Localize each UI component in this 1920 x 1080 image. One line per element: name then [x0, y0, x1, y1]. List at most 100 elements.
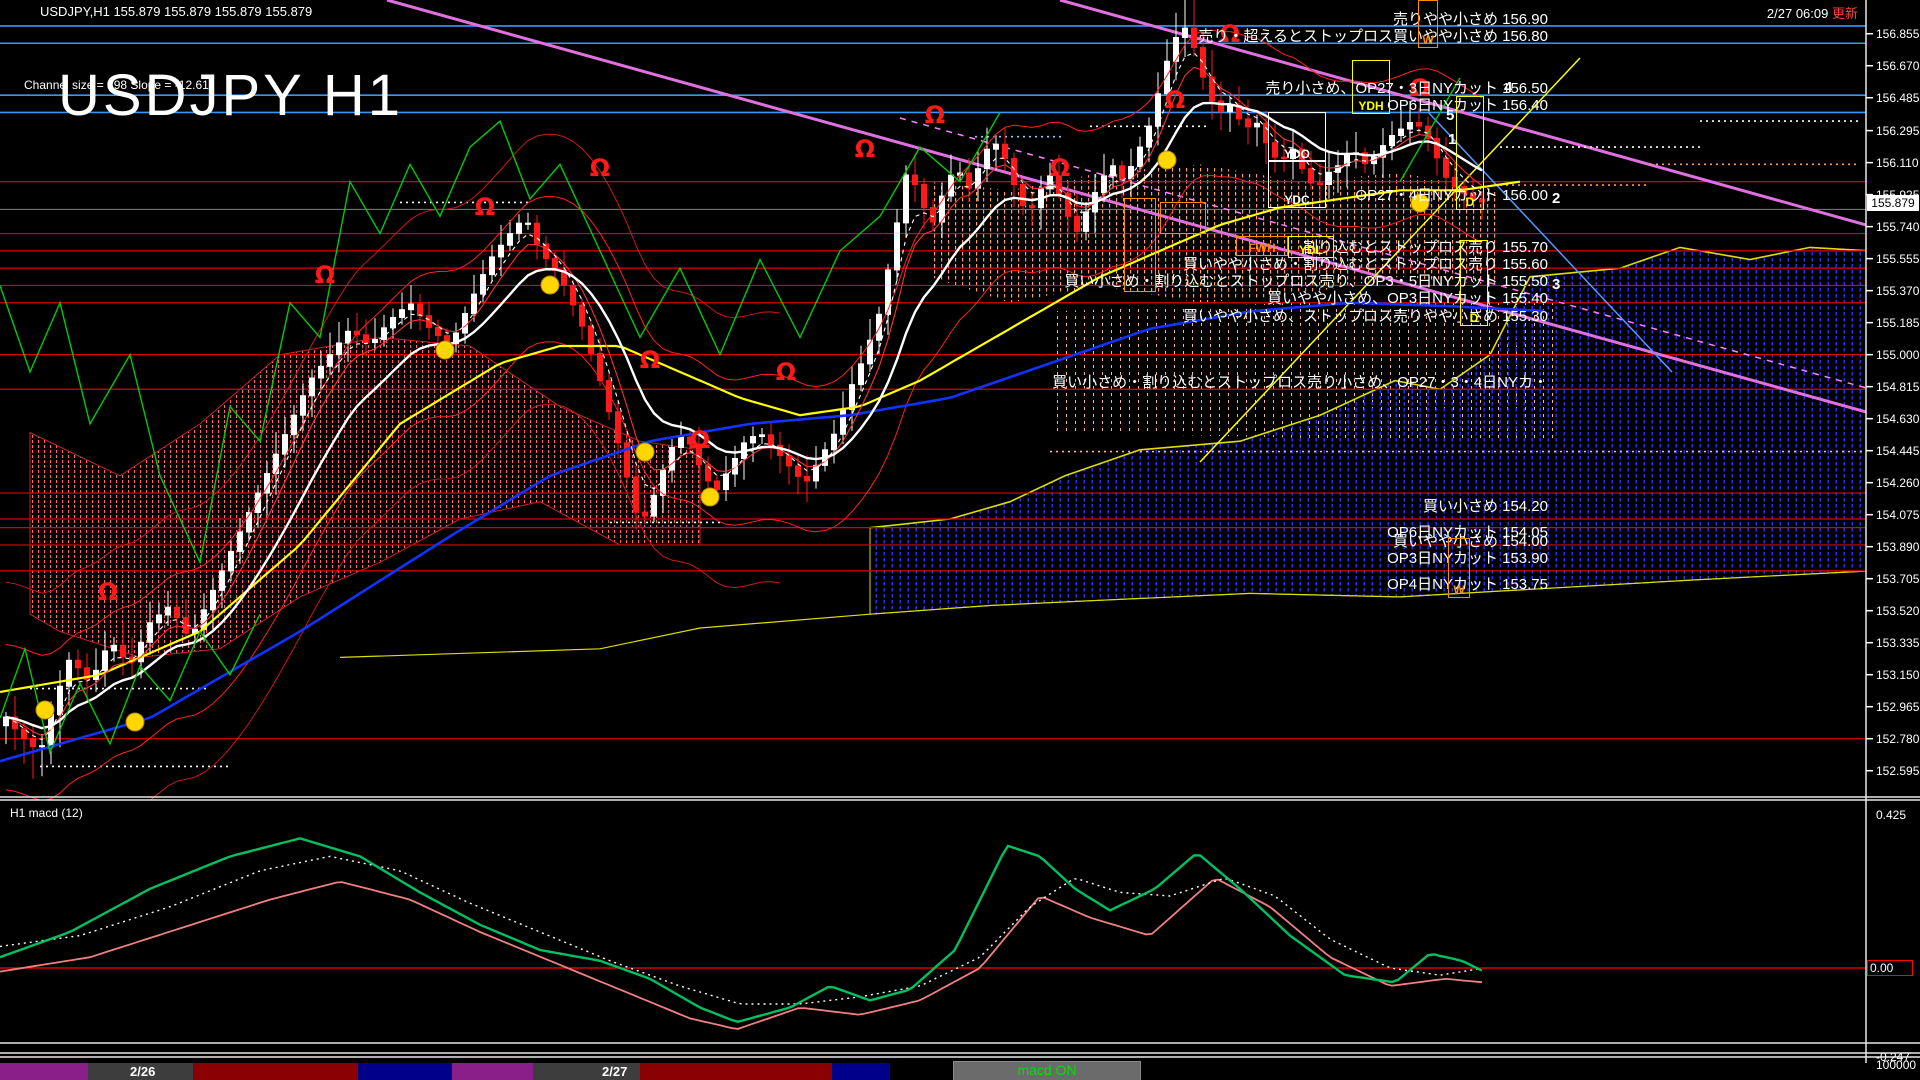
candle-down — [1218, 100, 1224, 113]
candle-up — [399, 309, 405, 318]
candle-down — [1029, 204, 1035, 209]
price-tick-label: 152.780 — [1876, 731, 1920, 746]
candle-up — [210, 589, 216, 611]
symbol-title: USDJPY,H1 155.879 155.879 155.879 155.87… — [40, 4, 313, 19]
edge-number: 5 — [1446, 106, 1455, 124]
price-tick-label: 155.000 — [1876, 347, 1920, 362]
edge-number: 1 — [1448, 131, 1457, 149]
level-box-d: D — [1456, 96, 1484, 210]
macd-zero-box: 0.00 — [1867, 960, 1913, 976]
price-tick-label: 152.595 — [1876, 763, 1920, 778]
candle-up — [1398, 128, 1404, 137]
candle-up — [282, 434, 288, 455]
price-tick-label: 156.670 — [1876, 58, 1920, 73]
candle-up — [111, 644, 117, 652]
candle-up — [390, 316, 396, 329]
candle-up — [39, 745, 45, 748]
price-tick-label: 153.705 — [1876, 571, 1920, 586]
macd-signal-dotted — [0, 855, 1483, 1005]
omega-marker-red: Ω — [1165, 86, 1185, 114]
price-tick-label: 154.260 — [1876, 475, 1920, 490]
candle-up — [1182, 27, 1188, 38]
volume-scale: 100000 — [1876, 1058, 1917, 1072]
candle-down — [1119, 165, 1125, 180]
timeline-segment — [0, 1063, 88, 1080]
timeline-segment — [640, 1063, 832, 1080]
circle-marker-yellow — [35, 700, 55, 720]
candle-up — [1155, 93, 1161, 127]
timeline-segment — [452, 1063, 533, 1080]
candle-up — [480, 274, 486, 295]
price-tick-label: 154.445 — [1876, 443, 1920, 458]
price-tick-label: 154.075 — [1876, 507, 1920, 522]
price-tick-label: 156.485 — [1876, 90, 1920, 105]
price-tick-label: 156.295 — [1876, 123, 1920, 138]
level-box — [1124, 198, 1156, 292]
candle-down — [579, 304, 585, 327]
candle-up — [1146, 125, 1152, 148]
candle-down — [714, 480, 720, 491]
level-box-fwh: FWH — [1236, 236, 1288, 256]
candle-up — [1110, 165, 1116, 177]
price-tick-label: 156.110 — [1876, 155, 1919, 170]
edge-number: 2 — [1552, 189, 1561, 207]
macd-toggle-button[interactable]: macd ON — [953, 1061, 1141, 1080]
candle-up — [678, 436, 684, 448]
candle-up — [300, 395, 306, 416]
candle-up — [759, 434, 765, 438]
candle-up — [318, 365, 324, 379]
candle-up — [876, 313, 882, 341]
current-price-box: 155.879 — [1867, 194, 1919, 211]
candle-up — [57, 685, 63, 715]
omega-marker-red: Ω — [776, 358, 796, 386]
candle-up — [1326, 171, 1332, 186]
candle-up — [327, 354, 333, 367]
circle-marker-yellow — [700, 487, 720, 507]
candle-up — [516, 222, 522, 235]
omega-marker-red: Ω — [855, 135, 875, 163]
cloud-edge — [339, 613, 871, 658]
candle-up — [840, 408, 846, 435]
trading-chart-window: ΩΩΩΩΩΩΩΩΩΩΩΩΩ USDJPY,H1 155.879 155.879 … — [0, 0, 1920, 1080]
candle-down — [768, 434, 774, 446]
macd-panel-label: H1 macd (12) — [10, 806, 83, 820]
candle-up — [66, 659, 72, 687]
price-tick-label: 155.740 — [1876, 219, 1920, 234]
candle-up — [858, 363, 864, 386]
candle-down — [543, 243, 549, 260]
candle-up — [1407, 122, 1413, 130]
omega-marker-red: Ω — [925, 101, 945, 129]
level-annotation: 買い小さめ・割り込むとストップロス売り小さめ、OP27・3・4日NYカ・ — [1052, 374, 1548, 392]
level-box — [1160, 202, 1206, 234]
candle-down — [570, 284, 576, 306]
date-label: 2/26 — [130, 1064, 156, 1079]
candle-down — [1191, 27, 1197, 49]
candle-up — [498, 244, 504, 258]
timeline-segment — [193, 1063, 358, 1080]
omega-marker-red: Ω — [98, 578, 118, 606]
candle-down — [615, 411, 621, 444]
price-tick-label: 154.815 — [1876, 379, 1920, 394]
candle-up — [165, 606, 171, 616]
candle-down — [435, 326, 441, 337]
candle-down — [1245, 118, 1251, 128]
candle-up — [525, 222, 531, 225]
candle-down — [534, 222, 540, 245]
candle-up — [750, 436, 756, 444]
candle-up — [309, 377, 315, 397]
candle-down — [786, 455, 792, 467]
candle-down — [921, 184, 927, 209]
candle-up — [408, 303, 414, 311]
circle-marker-yellow — [1157, 150, 1177, 170]
candle-up — [660, 469, 666, 496]
candle-up — [651, 494, 657, 517]
candle-up — [1083, 211, 1089, 232]
candle-down — [588, 325, 594, 354]
level-box-d: D — [1460, 240, 1488, 326]
level-box-ydc: YDC — [1268, 160, 1326, 208]
price-tick-label: 153.335 — [1876, 635, 1920, 650]
candle-up — [813, 464, 819, 482]
circle-marker-yellow — [540, 275, 560, 295]
candle-up — [156, 614, 162, 624]
omega-marker-red: Ω — [590, 154, 610, 182]
